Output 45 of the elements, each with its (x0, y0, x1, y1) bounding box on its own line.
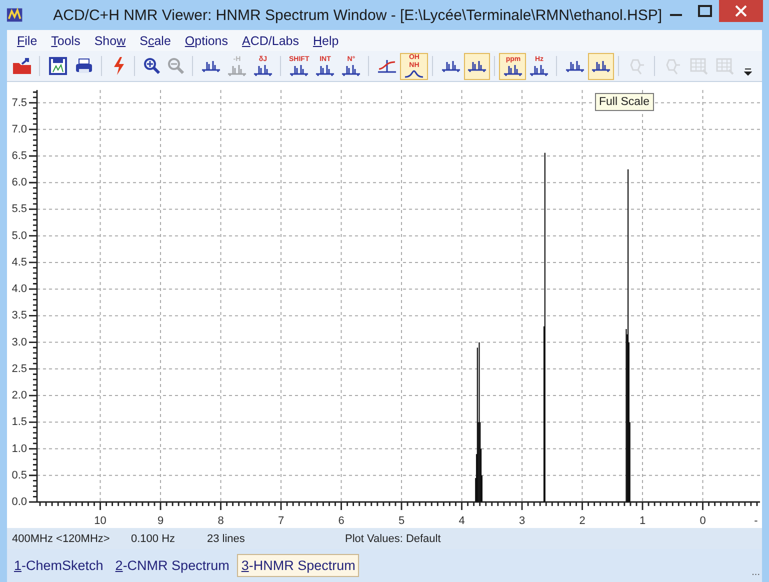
status-text: 0.100 Hz (131, 532, 176, 544)
y-tick-label: 0.0 (12, 496, 27, 508)
status-text: 23 lines (207, 532, 246, 544)
status-text: 400MHz <120MHz> (12, 532, 111, 544)
y-tick-label: 4.0 (12, 283, 27, 296)
menu-item[interactable]: Scale (134, 34, 177, 48)
menu-item[interactable]: Tools (45, 34, 86, 48)
y-tick-label: 4.5 (12, 256, 27, 268)
x-tick-label: 9 (157, 515, 164, 527)
y-tick-label: 5.0 (12, 230, 27, 242)
y-tick-label: 0.5 (12, 469, 27, 482)
y-tick-label: 6.0 (12, 176, 27, 189)
x-tick-label: 2 (579, 515, 586, 527)
menu-item[interactable]: Show (88, 34, 132, 48)
y-tick-label: 2.0 (12, 390, 27, 402)
y-tick-label: 2.5 (12, 362, 27, 375)
x-tick-label: 1 (639, 515, 646, 527)
x-tick-label: 3 (518, 515, 526, 527)
y-tick-label: 1.0 (12, 442, 27, 455)
y-tick-label: 6.5 (12, 150, 27, 162)
x-tick-label: 5 (398, 515, 405, 527)
window-title: ACD/C+H NMR Viewer: HNMR Spectrum Window - [E:\Lycée\Terminale\RMN\ethanol.HSP] (52, 6, 662, 24)
y-tick-label: 7.5 (12, 96, 27, 109)
x-tick-label: 7 (278, 515, 284, 527)
y-tick-label: 3.0 (12, 336, 27, 348)
x-tick-label: 6 (338, 515, 344, 527)
menu-item[interactable]: File (11, 34, 44, 48)
menu-item[interactable]: Options (178, 34, 234, 48)
x-tick-label: 10 (94, 515, 106, 527)
x-tick-label: - (754, 515, 758, 527)
overflow-marker: ... (752, 567, 760, 578)
menu-item[interactable]: Help (306, 34, 345, 48)
y-tick-label: 1.5 (12, 416, 27, 428)
window-tab[interactable]: 3-HNMR Spectrum (237, 554, 360, 577)
y-tick-label: 7.0 (12, 123, 27, 136)
x-tick-label: 8 (218, 515, 224, 527)
status-text: Plot Values: Default (345, 532, 441, 544)
y-tick-label: 5.5 (12, 203, 27, 216)
window-tab[interactable]: 2-CNMR Spectrum (111, 554, 234, 577)
tooltip: Full Scale (595, 93, 654, 111)
x-tick-label: 4 (458, 515, 465, 527)
window-tab[interactable]: 1-ChemSketch (10, 554, 108, 577)
x-tick-label: 0 (700, 515, 706, 527)
menu-item[interactable]: ACD/Labs (236, 34, 305, 48)
y-tick-label: 3.5 (12, 310, 27, 322)
